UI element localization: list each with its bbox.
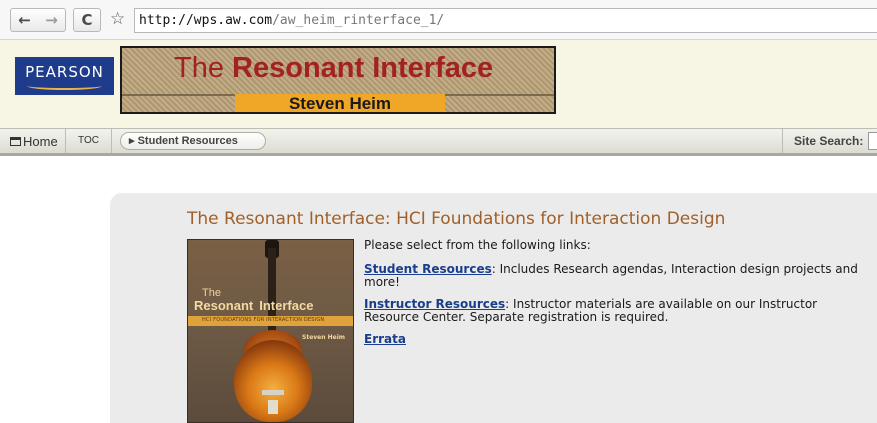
logo-swoosh xyxy=(27,82,102,90)
home-icon xyxy=(10,136,21,146)
breadcrumb-student-resources[interactable]: ▸ Student Resources xyxy=(120,132,266,150)
banner-title-prefix: The xyxy=(174,52,224,84)
list-item: Student Resources: Includes Research age… xyxy=(364,263,864,289)
pearson-logo[interactable]: PEARSON xyxy=(15,57,114,95)
back-arrow-icon[interactable]: ← xyxy=(11,11,38,29)
forward-arrow-icon[interactable]: → xyxy=(38,11,65,29)
instructor-resources-link[interactable]: Instructor Resources xyxy=(364,297,505,311)
address-bar[interactable]: http://wps.aw.com/aw_heim_rinterface_1/ xyxy=(134,8,877,33)
banner-title-main: Resonant Interface xyxy=(232,52,494,84)
cover-title: Resonant Interface xyxy=(194,298,353,313)
intro-text: Please select from the following links: xyxy=(364,238,591,252)
site-header: PEARSON The Resonant Interface Steven He… xyxy=(0,40,877,128)
list-item: Instructor Resources: Instructor materia… xyxy=(364,298,864,324)
nav-home[interactable]: Home xyxy=(0,129,66,153)
reload-icon[interactable]: C xyxy=(73,8,101,32)
book-cover: The Resonant Interface HCI FOUNDATIONS FO… xyxy=(187,239,354,423)
pearson-logo-text: PEARSON xyxy=(25,63,104,81)
resource-links: Please select from the following links: … xyxy=(364,239,864,355)
banner-author: Steven Heim xyxy=(235,94,445,112)
play-arrow-icon: ▸ xyxy=(129,135,135,147)
banner-title: The Resonant Interface xyxy=(174,52,493,85)
site-search-input[interactable] xyxy=(868,132,877,150)
back-forward-group: ← → xyxy=(10,8,66,32)
browser-toolbar: ← → C ☆ http://wps.aw.com/aw_heim_rinter… xyxy=(0,0,877,40)
cover-author: Steven Heim xyxy=(302,334,345,341)
guitar-tailpiece xyxy=(268,400,278,414)
site-navbar: Home TOC ▸ Student Resources Site Search… xyxy=(0,128,877,156)
guitar-bridge xyxy=(262,390,284,395)
breadcrumb-label: Student Resources xyxy=(137,135,238,147)
nav-toc[interactable]: TOC xyxy=(66,129,112,153)
cover-subtitle: HCI FOUNDATIONS FOR INTERACTION DESIGN xyxy=(202,317,325,323)
star-icon[interactable]: ☆ xyxy=(110,9,125,29)
page-title: The Resonant Interface: HCI Foundations … xyxy=(187,209,726,229)
cover-title-a: Resonant xyxy=(194,298,254,313)
errata-link[interactable]: Errata xyxy=(364,332,406,346)
url-path: /aw_heim_rinterface_1/ xyxy=(272,13,445,28)
nav-home-label: Home xyxy=(23,133,58,149)
site-search-label: Site Search: xyxy=(782,129,877,153)
book-banner[interactable]: The Resonant Interface Steven Heim xyxy=(120,46,556,114)
content-panel: The Resonant Interface: HCI Foundations … xyxy=(110,193,877,423)
cover-title-b: Interface xyxy=(259,298,314,313)
url-host: http://wps.aw.com xyxy=(139,13,273,28)
student-resources-link[interactable]: Student Resources xyxy=(364,262,492,276)
list-item: Errata xyxy=(364,333,864,346)
